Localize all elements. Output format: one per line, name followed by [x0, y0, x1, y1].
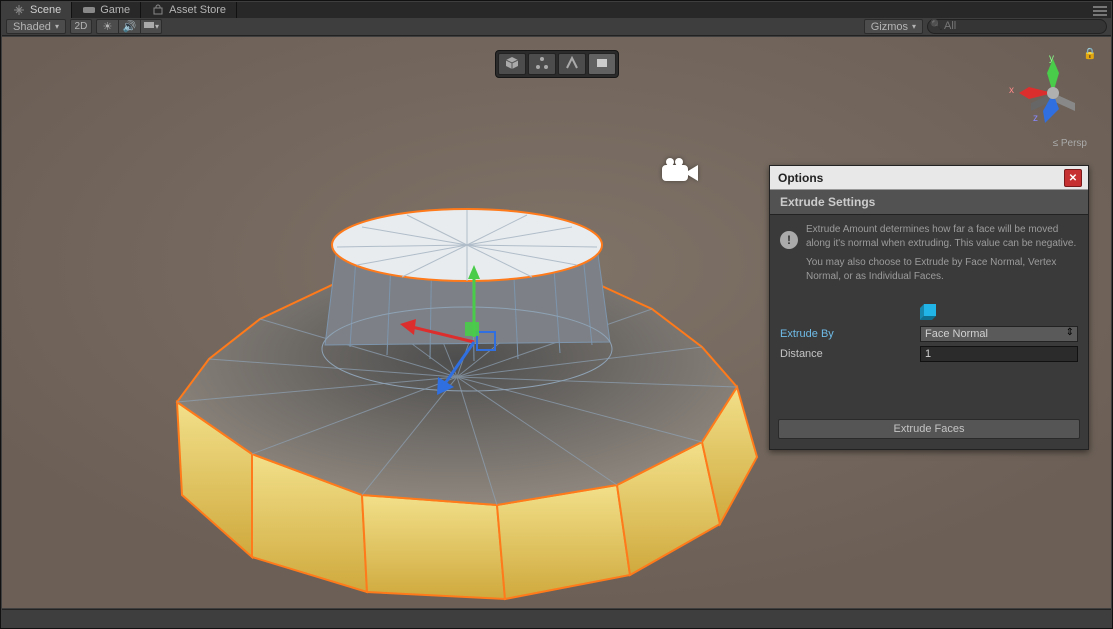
gizmo-lock-icon[interactable]: 🔒 [1083, 47, 1097, 60]
info-text: Extrude Amount determines how far a face… [806, 223, 1078, 289]
vertex-icon [535, 56, 549, 73]
info-line-2: You may also choose to Extrude by Face N… [806, 256, 1078, 283]
gizmos-dropdown[interactable]: Gizmos ▾ [864, 19, 923, 34]
info-line-1: Extrude Amount determines how far a face… [806, 223, 1078, 250]
scene-tab-icon [12, 3, 26, 17]
unity-editor-window: Scene Game Asset Store Shaded ▾ 2D ☀ [0, 0, 1113, 629]
distance-input[interactable]: 1 [920, 346, 1078, 362]
pb-vertex-mode-button[interactable] [528, 53, 556, 75]
2d-toggle[interactable]: 2D [70, 19, 92, 34]
search-placeholder: All [944, 20, 956, 32]
options-info-box: ! Extrude Amount determines how far a fa… [770, 215, 1088, 295]
dropdown-caret-icon: ▾ [55, 22, 59, 31]
options-title: Options [778, 171, 823, 185]
tab-game[interactable]: Game [72, 2, 141, 18]
extrude-by-row: Extrude By Face Normal [780, 325, 1078, 343]
fx-toggle[interactable]: ▾ [140, 19, 162, 34]
options-close-button[interactable]: ✕ [1064, 169, 1082, 187]
scene-toolbar: Shaded ▾ 2D ☀ 🔊 ▾ Gizmos ▾ All [2, 18, 1111, 36]
projection-label[interactable]: ≤ Persp [1053, 138, 1087, 149]
game-tab-icon [82, 3, 96, 17]
extrude-by-dropdown[interactable]: Face Normal [920, 326, 1078, 342]
dropdown-caret-icon: ▾ [912, 22, 916, 31]
tab-context-menu-button[interactable] [1093, 4, 1107, 16]
mesh-object[interactable] [132, 127, 772, 607]
options-body: ! Extrude Amount determines how far a fa… [770, 215, 1088, 449]
view-tab-bar: Scene Game Asset Store [2, 2, 1111, 18]
extrude-options-panel: Options ✕ Extrude Settings ! Extrude Amo… [769, 165, 1089, 450]
extrude-by-label: Extrude By [780, 328, 920, 340]
fx-icon [143, 20, 155, 33]
status-bar [2, 609, 1111, 627]
probuilder-mode-toolbar [495, 50, 619, 78]
action-label: Extrude Faces [894, 423, 965, 435]
shading-mode-label: Shaded [13, 21, 51, 33]
tab-label: Scene [30, 4, 61, 16]
options-panel-header[interactable]: Options ✕ [770, 166, 1088, 190]
options-fields: Extrude By Face Normal Distance 1 [770, 325, 1088, 373]
face-icon [595, 56, 609, 73]
orientation-gizmo[interactable]: 🔒 y x z ≤ Persp [1013, 53, 1093, 143]
scene-viewport[interactable]: 🔒 y x z ≤ Persp Options ✕ [2, 37, 1111, 608]
asset-store-tab-icon [151, 3, 165, 17]
sun-icon: ☀ [103, 20, 113, 33]
pb-object-mode-button[interactable] [498, 53, 526, 75]
tab-scene[interactable]: Scene [2, 2, 72, 18]
audio-icon: 🔊 [123, 20, 137, 33]
tab-asset-store[interactable]: Asset Store [141, 2, 237, 18]
pb-face-mode-button[interactable] [588, 53, 616, 75]
axis-y-label: y [1049, 53, 1054, 64]
close-icon: ✕ [1069, 173, 1077, 184]
info-icon: ! [780, 231, 798, 249]
extrude-by-value: Face Normal [925, 328, 988, 340]
tab-label: Asset Store [169, 4, 226, 16]
cube-icon [505, 56, 519, 73]
dropdown-caret-icon: ▾ [155, 22, 159, 31]
scene-camera-icon [662, 157, 700, 192]
extrude-preview-icon [918, 300, 940, 325]
audio-toggle[interactable]: 🔊 [118, 19, 140, 34]
axis-z-label: z [1033, 113, 1038, 124]
extrude-faces-button[interactable]: Extrude Faces [778, 419, 1080, 439]
distance-value: 1 [925, 348, 931, 360]
shading-mode-dropdown[interactable]: Shaded ▾ [6, 19, 66, 34]
gizmos-label: Gizmos [871, 21, 908, 33]
pb-edge-mode-button[interactable] [558, 53, 586, 75]
tab-label: Game [100, 4, 130, 16]
axis-x-label: x [1009, 85, 1014, 96]
lighting-toggle[interactable]: ☀ [96, 19, 118, 34]
edge-icon [565, 56, 579, 73]
distance-row: Distance 1 [780, 345, 1078, 363]
options-subtitle: Extrude Settings [770, 190, 1088, 215]
distance-label: Distance [780, 348, 920, 360]
hierarchy-search-input[interactable]: All [927, 19, 1107, 34]
scene-visibility-group: ☀ 🔊 ▾ [96, 19, 162, 34]
extrude-preview-icon-row [770, 295, 1088, 325]
